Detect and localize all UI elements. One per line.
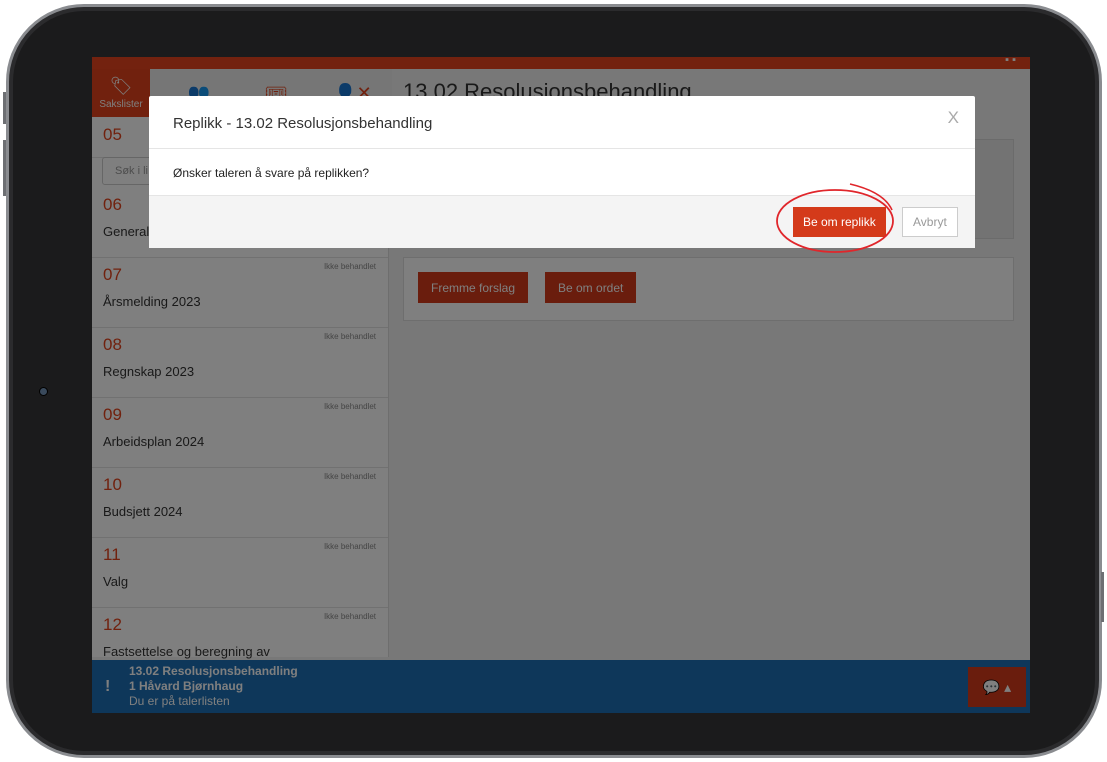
app-screen: ▪ ▪ 🏷 Sakslister 👥 🎟 👤✕ 13.02 Resolusjon… [92, 57, 1030, 713]
side-button [1101, 572, 1104, 622]
side-button [3, 140, 6, 196]
modal-header: Replikk - 13.02 Resolusjonsbehandling X [149, 96, 975, 149]
camera-dot [39, 387, 48, 396]
modal-question: Ønsker taleren å svare på replikken? [173, 166, 370, 180]
request-reply-button[interactable]: Be om replikk [793, 207, 886, 237]
side-button [3, 92, 6, 124]
close-icon[interactable]: X [948, 108, 959, 128]
cancel-button[interactable]: Avbryt [902, 207, 958, 237]
reply-modal: Replikk - 13.02 Resolusjonsbehandling X … [149, 96, 975, 248]
modal-title: Replikk - 13.02 Resolusjonsbehandling [173, 115, 433, 132]
modal-footer: Be om replikk Avbryt [149, 195, 975, 248]
